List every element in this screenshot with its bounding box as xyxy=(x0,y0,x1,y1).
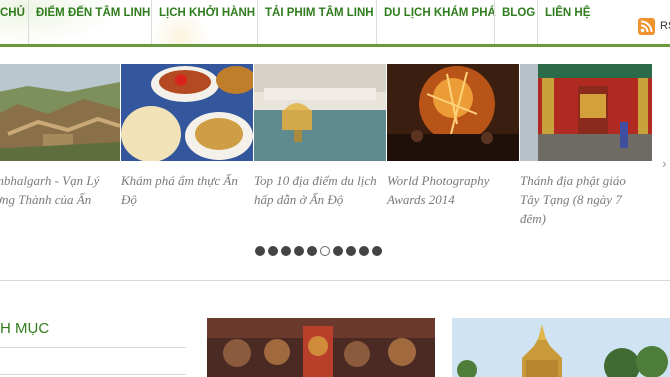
nav-item-home[interactable]: CHỦ xyxy=(0,0,25,46)
slide-kumbhalgarh[interactable]: ambhalgarh - Vạn Lý ường Thành của Ấn ộ xyxy=(0,64,120,228)
slide-caption[interactable]: ambhalgarh - Vạn Lý ường Thành của Ấn ộ xyxy=(0,171,120,228)
slider-next-arrow-icon[interactable]: › xyxy=(662,155,667,171)
nav-item-spiritual-destinations[interactable]: ĐIỂM ĐẾN TÂM LINH xyxy=(36,0,150,46)
nav-separator xyxy=(28,0,29,44)
slider-dot[interactable] xyxy=(346,246,356,256)
top-nav: CHỦ ĐIỂM ĐẾN TÂM LINH LỊCH KHỞI HÀNH TẢI… xyxy=(0,0,670,47)
nav-item-departure-schedule[interactable]: LỊCH KHỞI HÀNH xyxy=(159,0,255,46)
slider-dot[interactable] xyxy=(281,246,291,256)
slider-dot[interactable] xyxy=(359,246,369,256)
nav-separator xyxy=(537,0,538,44)
slide-indian-cuisine[interactable]: Khám phá ẩm thực Ấn Độ xyxy=(121,64,253,209)
slide-world-photography[interactable]: World Photography Awards 2014 xyxy=(387,64,519,209)
slider-dot[interactable] xyxy=(372,246,382,256)
slide-caption[interactable]: Khám phá ẩm thực Ấn Độ xyxy=(121,171,253,209)
slider-dot[interactable] xyxy=(307,246,317,256)
nav-item-contact[interactable]: LIÊN HỆ xyxy=(545,0,590,46)
nav-separator xyxy=(376,0,377,44)
slide-caption[interactable]: Top 10 địa điểm du lịch hấp dẫn ở Ấn Độ xyxy=(254,171,386,209)
slide-image[interactable] xyxy=(520,64,652,161)
article-thumbnail[interactable] xyxy=(207,318,435,377)
slider-dot[interactable] xyxy=(255,246,265,256)
nav-separator xyxy=(257,0,258,44)
slider-dot[interactable] xyxy=(268,246,278,256)
slide-top-10-destinations[interactable]: Top 10 địa điểm du lịch hấp dẫn ở Ấn Độ xyxy=(254,64,386,209)
nav-item-discovery-travel[interactable]: DU LỊCH KHÁM PHÁ xyxy=(384,0,496,46)
nav-item-download-films[interactable]: TẢI PHIM TÂM LINH xyxy=(265,0,374,46)
nav-separator xyxy=(151,0,152,44)
category-divider xyxy=(0,374,186,375)
category-divider xyxy=(0,347,186,348)
slide-image[interactable] xyxy=(121,64,253,161)
rss-icon[interactable] xyxy=(638,18,655,35)
slide-tibet-holy-land[interactable]: Thánh địa phật giáo Tây Tạng (8 ngày 7 đ… xyxy=(520,64,652,228)
slide-image[interactable] xyxy=(0,64,120,161)
article-thumbnail[interactable] xyxy=(452,318,670,377)
slide-image[interactable] xyxy=(254,64,386,161)
rss-label[interactable]: RS xyxy=(660,18,670,35)
nav-underline xyxy=(0,44,670,47)
nav-separator xyxy=(494,0,495,44)
nav-item-blog[interactable]: BLOG xyxy=(502,0,535,46)
slider-dot-active[interactable] xyxy=(320,246,330,256)
slide-caption[interactable]: World Photography Awards 2014 xyxy=(387,171,519,209)
category-heading: H MỤC xyxy=(0,320,50,337)
slide-image[interactable] xyxy=(387,64,519,161)
slider-dot[interactable] xyxy=(333,246,343,256)
slider-dot[interactable] xyxy=(294,246,304,256)
section-divider xyxy=(0,280,670,281)
slide-caption[interactable]: Thánh địa phật giáo Tây Tạng (8 ngày 7 đ… xyxy=(520,171,652,228)
